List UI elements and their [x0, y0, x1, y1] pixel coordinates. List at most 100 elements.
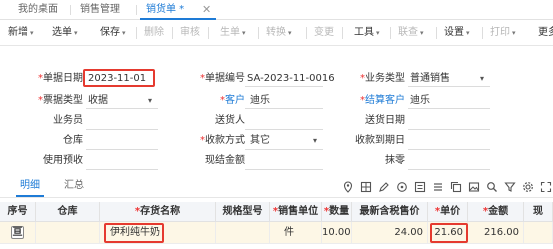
cell-amount[interactable]: 216.00	[468, 222, 524, 244]
add-button[interactable]: 新增 ▾	[8, 20, 34, 46]
biz-type-label: *业务类型	[360, 73, 405, 84]
chevron-down-icon[interactable]: ▾	[313, 132, 317, 150]
approve-button[interactable]: 审核	[180, 20, 200, 46]
toolbar-separator	[306, 27, 307, 39]
document-header-form: *单据日期 2023-11-01 *单据编号 SA-2023-11-0016 *…	[0, 46, 553, 174]
change-button[interactable]: 变更	[314, 20, 334, 46]
discount-label: 抹零	[385, 155, 405, 166]
chevron-down-icon: ▾	[122, 29, 126, 37]
close-icon[interactable]: ✕	[202, 0, 211, 20]
chevron-down-icon: ▾	[242, 29, 246, 37]
col-header-item-name: *存货名称	[100, 202, 216, 222]
chevron-down-icon: ▾	[30, 29, 34, 37]
col-header-warehouse: 仓库	[36, 202, 100, 222]
field-underline	[245, 86, 323, 87]
field-underline	[408, 129, 490, 130]
settle-customer-label[interactable]: *结算客户	[360, 92, 405, 110]
cell-sales-unit[interactable]: 件	[270, 222, 322, 244]
grid-icon[interactable]	[360, 181, 372, 193]
toolbar-separator	[436, 27, 437, 39]
detail-tabs: 明细 汇总	[0, 176, 553, 198]
col-header-quantity: *数量	[322, 202, 352, 222]
field-underline	[245, 149, 323, 150]
tab-sales-delivery-note[interactable]: 销货单 *	[146, 0, 184, 20]
cell-quantity[interactable]: 10.00	[322, 222, 352, 244]
field-underline	[408, 86, 490, 87]
tab-my-desktop[interactable]: 我的桌面	[18, 0, 58, 20]
deliverer-label: 送货人	[215, 115, 245, 126]
field-underline	[86, 149, 158, 150]
chevron-down-icon: ▾	[512, 29, 516, 37]
active-subtab-indicator	[16, 195, 44, 197]
cell-warehouse[interactable]	[36, 222, 100, 244]
location-icon[interactable]	[342, 181, 354, 193]
col-header-extra: 现	[524, 202, 553, 222]
cell-extra[interactable]	[524, 222, 553, 244]
field-underline	[86, 169, 158, 170]
doc-date-label: *单据日期	[38, 73, 83, 84]
salesman-label: 业务员	[53, 115, 83, 126]
print-button[interactable]: 打印 ▾	[490, 20, 516, 46]
customer-label[interactable]: *客户	[220, 92, 245, 110]
delete-button[interactable]: 删除	[144, 20, 164, 46]
expand-icon[interactable]	[540, 181, 552, 193]
field-underline	[86, 108, 158, 109]
toolbar-separator	[342, 27, 343, 39]
generate-doc-button[interactable]: 生单 ▾	[220, 20, 246, 46]
settings-icon[interactable]	[522, 181, 534, 193]
more-button[interactable]: 更多	[538, 20, 553, 46]
payment-method-label: *收款方式	[200, 135, 245, 146]
payment-method-select[interactable]: 其它	[250, 132, 270, 150]
row-menu-icon[interactable]: 亘	[11, 225, 24, 239]
chevron-down-icon: ▾	[288, 29, 292, 37]
image-icon[interactable]	[468, 181, 480, 193]
col-header-index: 序号	[0, 202, 36, 222]
col-header-latest-price: 最新含税售价	[352, 202, 428, 222]
list-icon[interactable]	[414, 181, 426, 193]
tab-summary[interactable]: 汇总	[64, 176, 84, 196]
field-underline	[408, 169, 490, 170]
edit-icon[interactable]	[378, 181, 390, 193]
tab-bar: 我的桌面 销售管理 销货单 * ✕	[0, 0, 553, 20]
cell-spec[interactable]	[216, 222, 270, 244]
field-underline	[408, 149, 490, 150]
select-source-button[interactable]: 选单 ▾	[52, 20, 78, 46]
toolbar: 新增 ▾ 选单 ▾ 保存 ▾ 删除 审核 生单 ▾ 转换 ▾ 变更 工具 ▾ 联查 ▾ 设置 ▾…	[0, 20, 553, 46]
tab-sales-management[interactable]: 销售管理	[80, 0, 120, 20]
query-button[interactable]: 联查 ▾	[398, 20, 424, 46]
tools-button[interactable]: 工具 ▾	[354, 20, 380, 46]
col-header-spec: 规格型号	[216, 202, 270, 222]
field-underline	[86, 129, 158, 130]
save-button[interactable]: 保存 ▾	[100, 20, 126, 46]
convert-button[interactable]: 转换 ▾	[266, 20, 292, 46]
field-underline	[245, 129, 323, 130]
chevron-down-icon: ▾	[420, 29, 424, 37]
copy-icon[interactable]	[450, 181, 462, 193]
highlight-box	[83, 69, 155, 87]
circle-icon[interactable]	[396, 181, 408, 193]
toolbar-separator	[172, 27, 173, 39]
lines-icon[interactable]	[432, 181, 444, 193]
col-header-amount: *金额	[468, 202, 524, 222]
warehouse-label: 仓库	[63, 135, 83, 146]
settings-button[interactable]: 设置 ▾	[444, 20, 470, 46]
delivery-date-label: 送货日期	[365, 115, 405, 126]
due-date-label: 收款到期日	[355, 135, 405, 146]
filter-icon[interactable]	[504, 181, 516, 193]
tab-detail[interactable]: 明细	[20, 176, 40, 196]
highlight-box	[430, 223, 468, 243]
toolbar-separator	[136, 27, 137, 39]
chevron-down-icon: ▾	[74, 29, 78, 37]
field-underline	[408, 108, 490, 109]
field-underline	[245, 108, 323, 109]
doc-no-label: *单据编号	[200, 73, 245, 84]
invoice-type-label: *票据类型	[38, 95, 83, 106]
search-icon[interactable]	[486, 181, 498, 193]
col-header-unit-price: *单价	[428, 202, 468, 222]
toolbar-separator	[482, 27, 483, 39]
prepaid-label: 使用预收	[43, 155, 83, 166]
row-index-cell[interactable]: 亘	[0, 222, 36, 244]
cash-amount-label: 现结金额	[205, 155, 245, 166]
detail-grid: 序号 仓库 *存货名称 规格型号 *销售单位 *数量 最新含税售价 *单价 *金…	[0, 202, 553, 249]
cell-latest-price[interactable]: 24.00	[352, 222, 428, 244]
